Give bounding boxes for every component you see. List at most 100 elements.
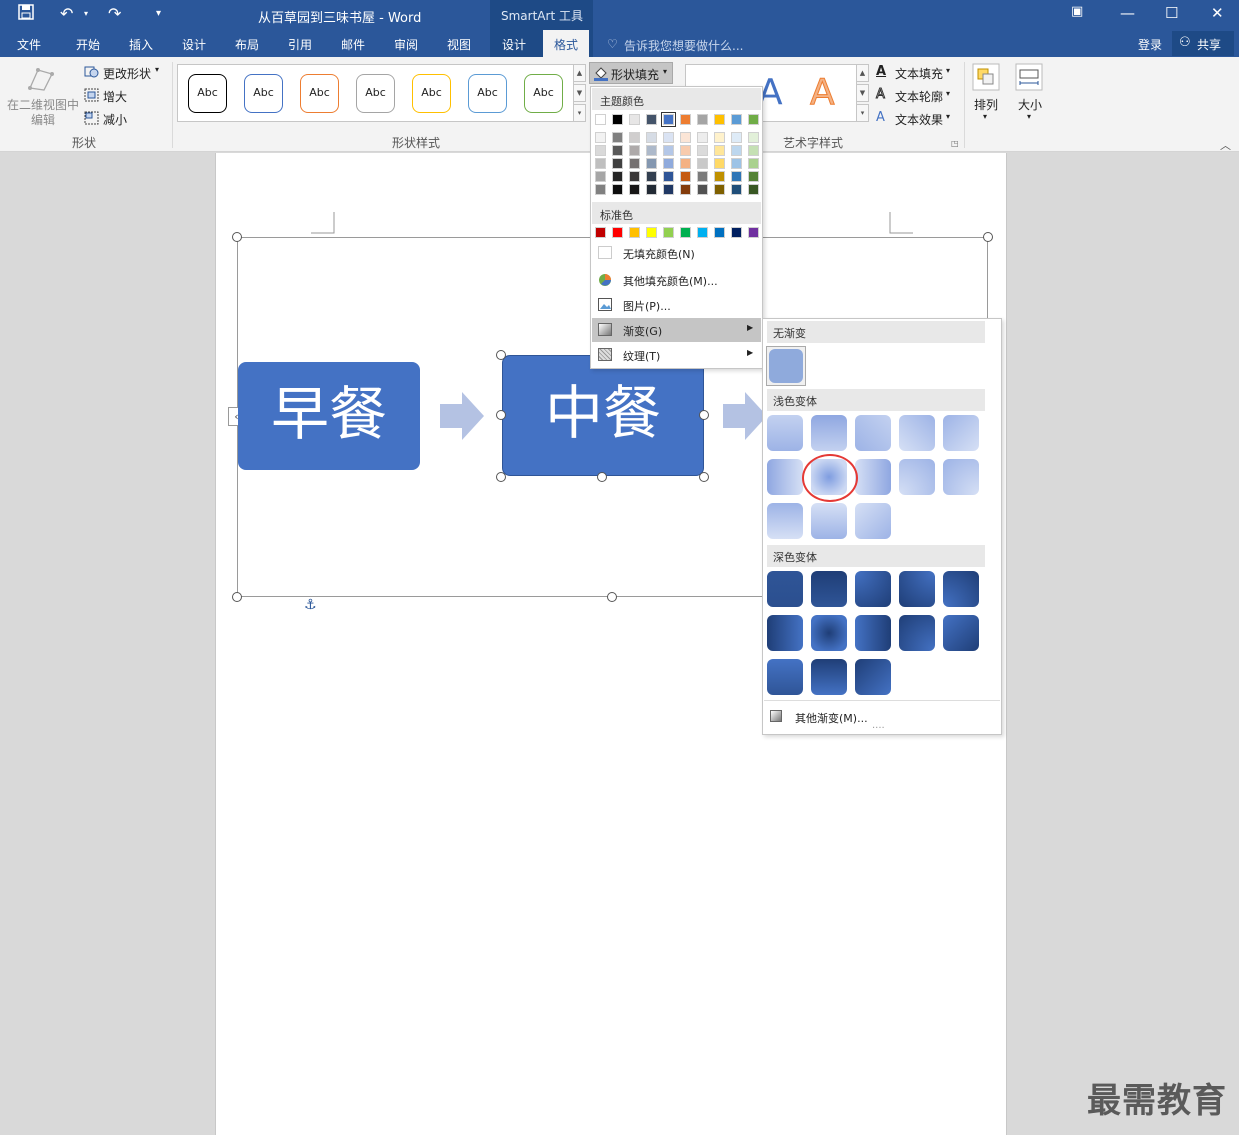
theme-shade-swatch[interactable] [680,145,691,156]
light-gradient-option[interactable] [943,459,979,495]
standard-color-swatch[interactable] [595,227,606,238]
theme-shade-swatch[interactable] [629,171,640,182]
theme-shade-swatch[interactable] [595,158,606,169]
smartart-box-breakfast[interactable]: 早餐 [238,362,420,470]
tab-view[interactable]: 视图 [447,36,471,53]
theme-shade-swatch[interactable] [612,145,623,156]
theme-shade-swatch[interactable] [697,171,708,182]
standard-color-swatch[interactable] [646,227,657,238]
theme-color-swatch[interactable] [748,114,759,125]
style-swatch[interactable]: Abc [356,74,395,113]
arrange-button[interactable]: 排列 [974,96,998,113]
theme-shade-swatch[interactable] [629,145,640,156]
theme-shade-swatch[interactable] [731,184,742,195]
tab-insert[interactable]: 插入 [129,36,153,53]
light-gradient-option[interactable] [943,415,979,451]
theme-shade-swatch[interactable] [629,184,640,195]
dark-gradient-option[interactable] [899,571,935,607]
wordart-more[interactable]: ▾ [856,104,869,122]
theme-shade-swatch[interactable] [748,132,759,143]
change-shape-dropdown-icon[interactable]: ▾ [155,65,159,74]
dark-gradient-option[interactable] [811,659,847,695]
resize-handle[interactable] [983,232,993,242]
save-icon[interactable] [18,4,34,25]
theme-shade-swatch[interactable] [646,132,657,143]
style-swatch[interactable]: Abc [244,74,283,113]
dark-gradient-option[interactable] [855,659,891,695]
theme-color-swatch[interactable] [646,114,657,125]
dark-gradient-option[interactable] [943,615,979,651]
texture-fill-item[interactable]: 纹理(T) ▶ [592,343,761,367]
standard-color-swatch[interactable] [697,227,708,238]
wordart-scroll-down[interactable]: ▼ [856,84,869,102]
dark-gradient-option[interactable] [811,571,847,607]
theme-shade-swatch[interactable] [714,145,725,156]
standard-color-swatch[interactable] [714,227,725,238]
light-gradient-option[interactable] [811,503,847,539]
style-swatch[interactable]: Abc [524,74,563,113]
gallery-more[interactable]: ▾ [573,104,586,122]
theme-shade-swatch[interactable] [680,132,691,143]
theme-shade-swatch[interactable] [612,132,623,143]
text-outline-button[interactable]: 文本轮廓 [895,88,943,105]
theme-shade-swatch[interactable] [663,171,674,182]
light-gradient-option[interactable] [811,415,847,451]
theme-shade-swatch[interactable] [629,158,640,169]
theme-shade-swatch[interactable] [629,132,640,143]
theme-shade-swatch[interactable] [595,171,606,182]
theme-color-swatch[interactable] [714,114,725,125]
gallery-scroll-up[interactable]: ▲ [573,64,586,82]
tab-file[interactable]: 文件 [17,36,41,53]
smaller-button[interactable]: 减小 [103,111,127,128]
theme-shade-swatch[interactable] [748,171,759,182]
style-swatch[interactable]: Abc [468,74,507,113]
theme-shade-swatch[interactable] [714,171,725,182]
resize-handle[interactable] [496,350,506,360]
text-fill-button[interactable]: 文本填充 [895,65,943,82]
dark-gradient-option[interactable] [855,615,891,651]
tab-review[interactable]: 审阅 [394,36,418,53]
tab-layout[interactable]: 布局 [235,36,259,53]
theme-color-swatch[interactable] [680,114,691,125]
redo-icon[interactable]: ↷ [108,4,121,24]
theme-shade-swatch[interactable] [612,184,623,195]
resize-grip[interactable]: .... [872,720,885,731]
theme-shade-swatch[interactable] [680,158,691,169]
arrange-dropdown-icon[interactable]: ▾ [983,112,987,121]
resize-handle[interactable] [496,410,506,420]
theme-shade-swatch[interactable] [748,158,759,169]
style-swatch[interactable]: Abc [300,74,339,113]
light-gradient-option[interactable] [767,503,803,539]
theme-shade-swatch[interactable] [595,145,606,156]
theme-shade-swatch[interactable] [748,184,759,195]
theme-shade-swatch[interactable] [731,158,742,169]
theme-shade-swatch[interactable] [595,132,606,143]
light-gradient-option[interactable] [767,459,803,495]
theme-shade-swatch[interactable] [646,184,657,195]
theme-shade-swatch[interactable] [714,184,725,195]
text-fill-dropdown-icon[interactable]: ▾ [946,66,950,75]
text-outline-dropdown-icon[interactable]: ▾ [946,89,950,98]
resize-handle[interactable] [699,410,709,420]
undo-dropdown-icon[interactable]: ▾ [84,4,88,24]
tab-references[interactable]: 引用 [288,36,312,53]
resize-handle[interactable] [496,472,506,482]
resize-handle[interactable] [597,472,607,482]
theme-color-swatch[interactable] [595,114,606,125]
light-gradient-option[interactable] [855,459,891,495]
style-swatch[interactable]: Abc [412,74,451,113]
tab-mailings[interactable]: 邮件 [341,36,365,53]
undo-icon[interactable]: ↶ [60,4,73,24]
theme-shade-swatch[interactable] [697,184,708,195]
gradient-fill-item[interactable]: 渐变(G) ▶ [592,318,761,342]
dark-gradient-option[interactable] [943,571,979,607]
theme-shade-swatch[interactable] [663,132,674,143]
ribbon-display-icon[interactable]: ▣ [1071,4,1083,19]
theme-shade-swatch[interactable] [663,158,674,169]
theme-shade-swatch[interactable] [612,171,623,182]
wordart-sample[interactable]: A [810,72,836,113]
theme-color-swatch[interactable] [731,114,742,125]
theme-shade-swatch[interactable] [646,171,657,182]
customize-qat-icon[interactable]: ▾ [156,4,161,24]
theme-shade-swatch[interactable] [697,132,708,143]
